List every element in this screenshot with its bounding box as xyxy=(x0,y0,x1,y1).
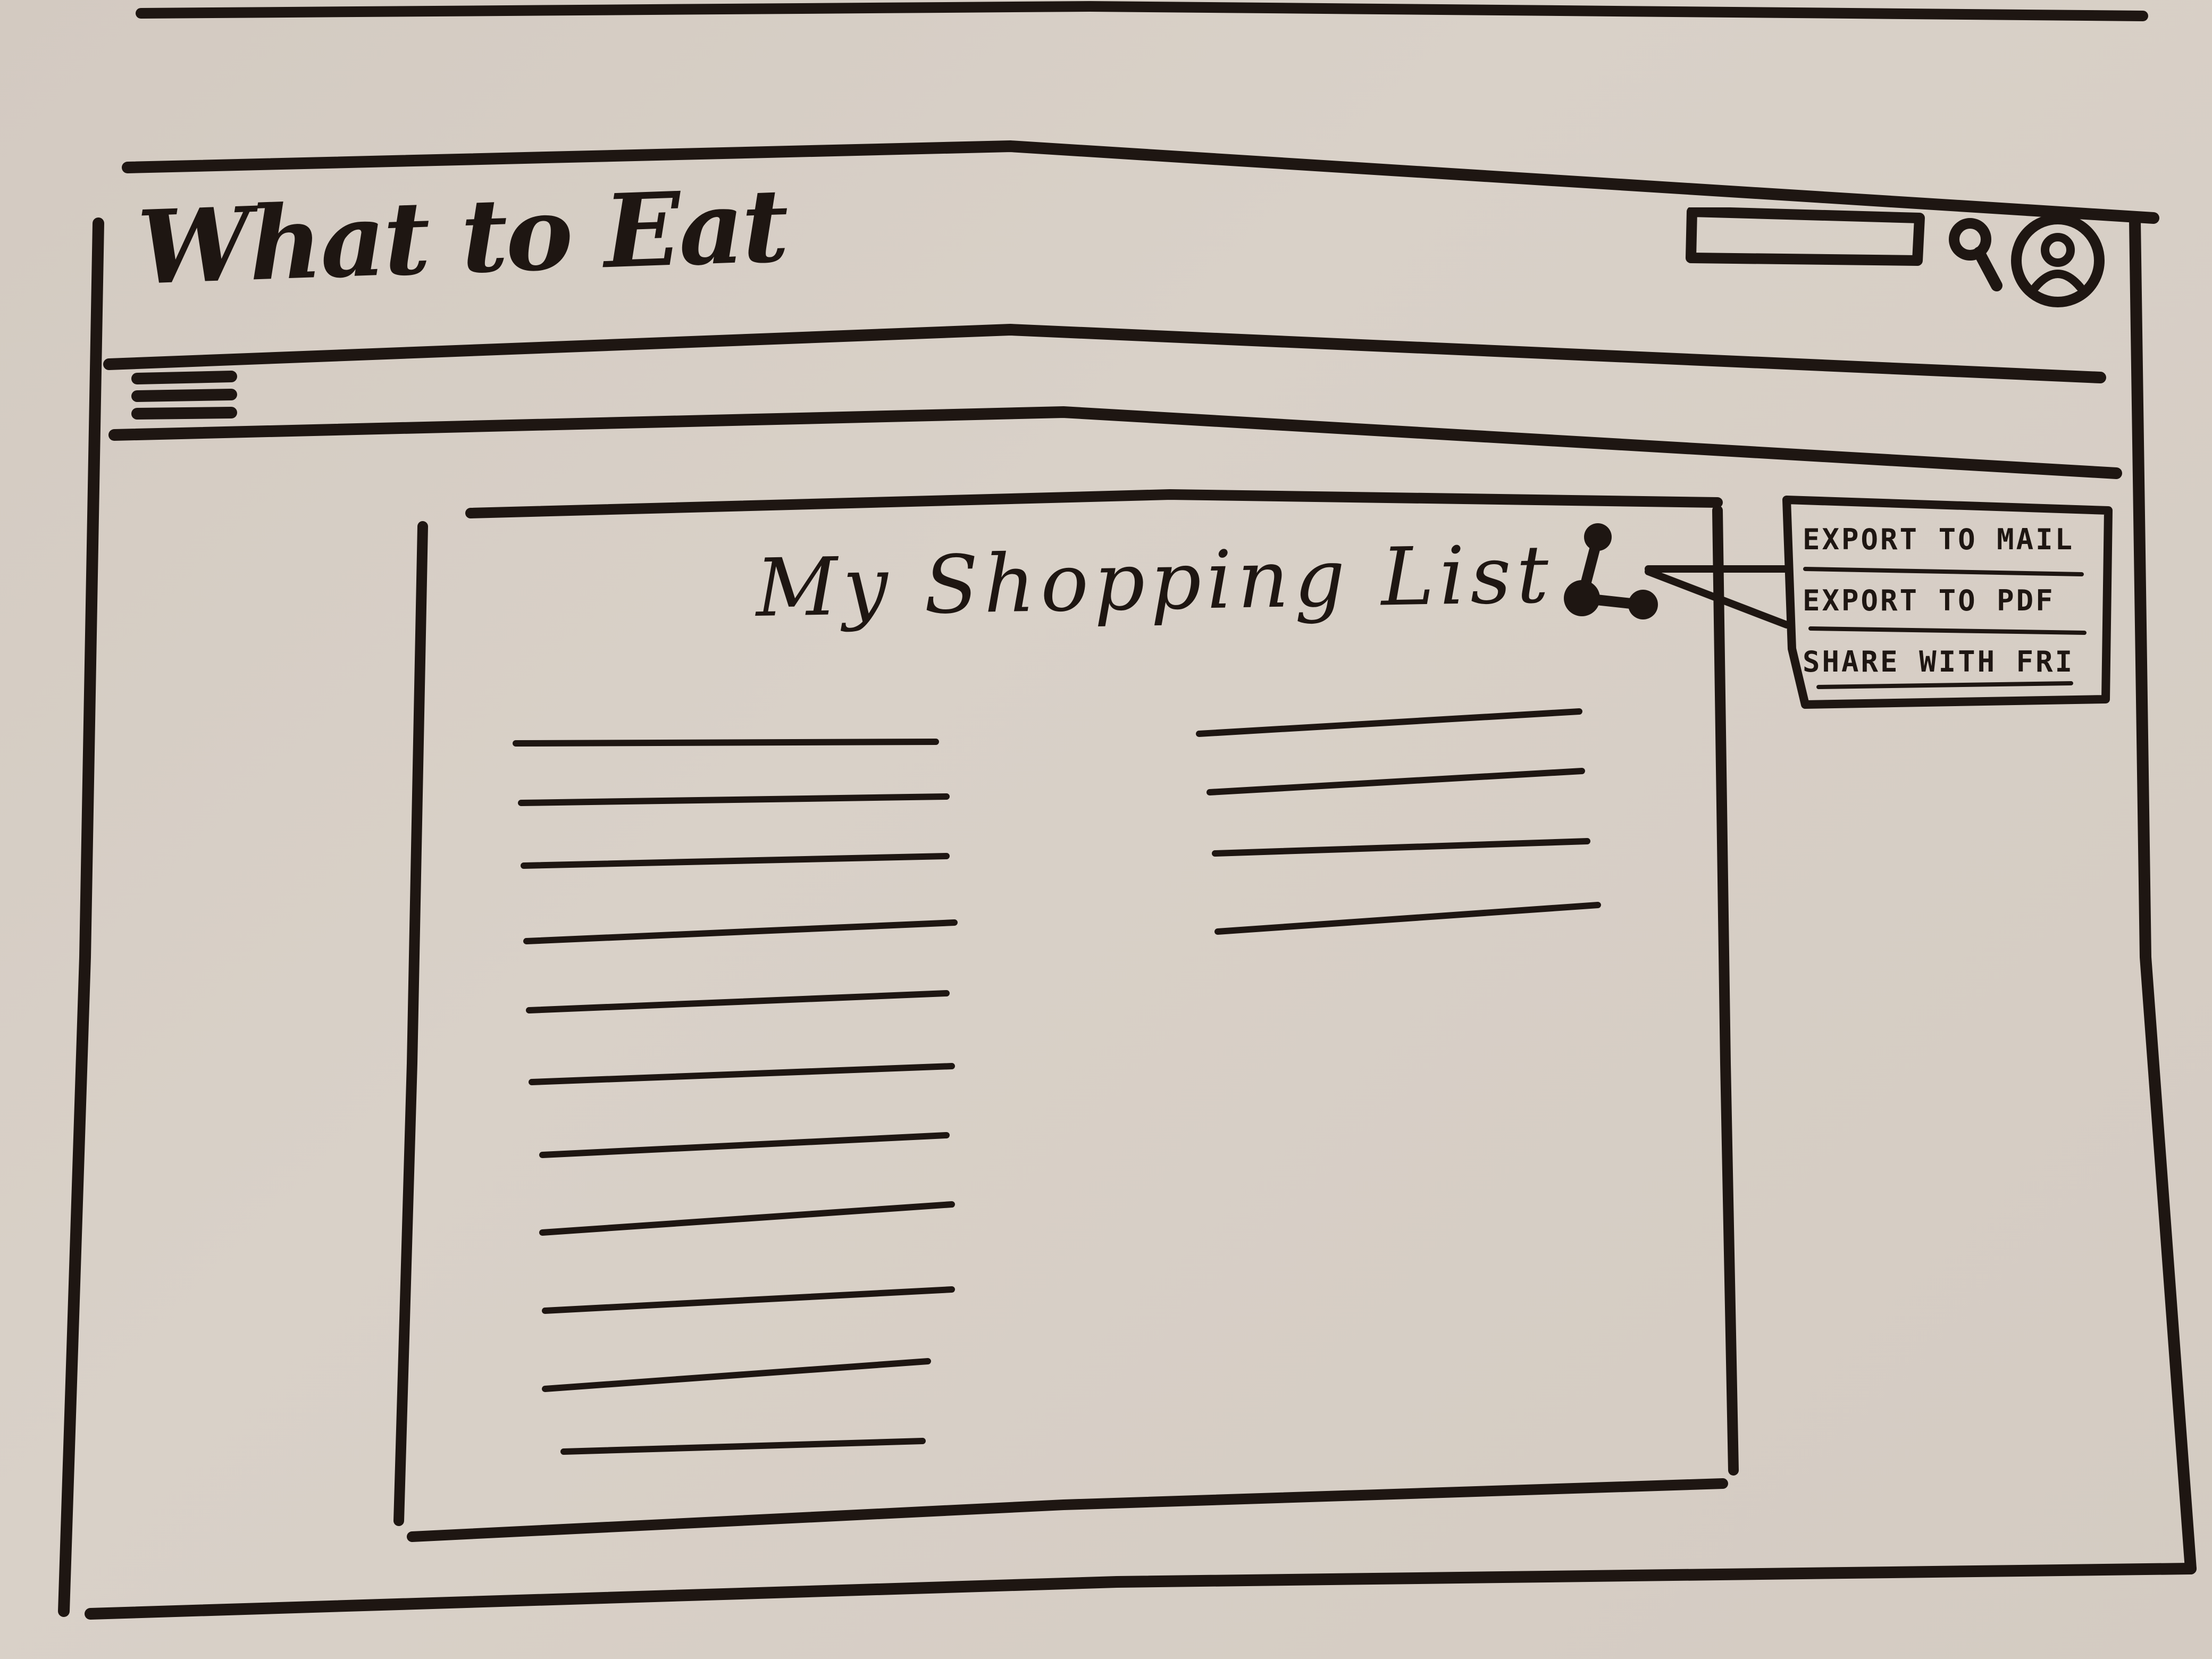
search-input-outline xyxy=(1686,206,1925,266)
search-icon-glyph xyxy=(1949,218,2002,291)
share-with-friends-item[interactable]: SHARE WITH FRI xyxy=(1803,638,2100,686)
page-title: My Shopping List xyxy=(755,528,1555,635)
app-title: What to Eat xyxy=(136,166,789,307)
export-to-pdf-item[interactable]: EXPORT TO PDF xyxy=(1803,577,2100,625)
search-input[interactable] xyxy=(1686,206,1925,266)
search-icon[interactable] xyxy=(1946,215,2010,295)
header-divider xyxy=(103,324,2106,383)
export-to-mail-item[interactable]: EXPORT TO MAIL xyxy=(1803,516,2100,564)
navbar-divider xyxy=(108,406,2122,479)
account-icon-glyph xyxy=(2011,214,2105,307)
hamburger-menu-icon[interactable] xyxy=(128,367,245,425)
shopping-list-card-frame xyxy=(393,489,1739,1542)
previous-sketch-edge xyxy=(136,1,2148,21)
account-icon[interactable] xyxy=(2005,210,2111,316)
hamburger-lines xyxy=(131,371,237,420)
